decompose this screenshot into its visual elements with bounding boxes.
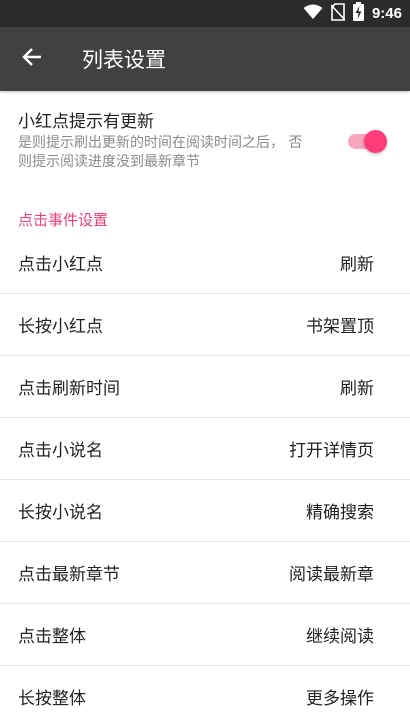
click-event-list: 点击小红点 刷新 长按小红点 书架置顶 点击刷新时间 刷新 点击小说名 打开详情… (0, 232, 410, 727)
section-header: 点击事件设置 (18, 211, 109, 229)
red-dot-toggle-switch[interactable] (348, 130, 388, 154)
list-item-label: 点击刷新时间 (18, 379, 120, 399)
switch-thumb (364, 130, 387, 153)
list-item-label: 长按整体 (18, 689, 86, 709)
list-item-value: 刷新 (340, 255, 374, 275)
battery-charging-icon (352, 2, 364, 25)
status-bar: 9:46 (0, 0, 410, 27)
list-item[interactable]: 点击刷新时间 刷新 (0, 356, 410, 418)
list-item-label: 点击小红点 (18, 255, 103, 275)
list-item-label: 长按小说名 (18, 503, 103, 523)
list-item[interactable]: 点击整体 继续阅读 (0, 604, 410, 666)
list-item-value: 阅读最新章 (289, 565, 374, 585)
list-item-label: 点击整体 (18, 627, 86, 647)
toggle-setting-title: 小红点提示有更新 (18, 112, 154, 132)
list-item-label: 点击最新章节 (18, 565, 120, 585)
list-item-label: 点击小说名 (18, 441, 103, 461)
list-item[interactable]: 长按小红点 书架置顶 (0, 294, 410, 356)
no-sim-icon (330, 2, 346, 25)
back-button[interactable] (0, 27, 64, 91)
list-item-value: 打开详情页 (289, 441, 374, 461)
toggle-setting-description: 是则提示刷出更新的时间在阅读时间之后， 否则提示阅读进度没到最新章节 (18, 135, 303, 170)
status-icons: 9:46 (303, 0, 402, 27)
list-item[interactable]: 长按小说名 精确搜索 (0, 480, 410, 542)
wifi-icon (303, 4, 323, 24)
list-item[interactable]: 点击最新章节 阅读最新章 (0, 542, 410, 604)
toggle-setting-row[interactable]: 小红点提示有更新 是则提示刷出更新的时间在阅读时间之后， 否则提示阅读进度没到最… (0, 98, 410, 180)
list-item-value: 精确搜索 (306, 503, 374, 523)
list-item[interactable]: 点击小说名 打开详情页 (0, 418, 410, 480)
arrow-left-icon (22, 47, 42, 71)
list-item-value: 继续阅读 (306, 627, 374, 647)
page-title: 列表设置 (82, 48, 166, 72)
list-item[interactable]: 点击小红点 刷新 (0, 232, 410, 294)
list-item[interactable]: 长按整体 更多操作 (0, 666, 410, 727)
app-bar: 列表设置 (0, 27, 410, 91)
list-item-value: 书架置顶 (306, 317, 374, 337)
list-item-value: 刷新 (340, 379, 374, 399)
status-time: 9:46 (371, 5, 402, 22)
list-item-value: 更多操作 (306, 689, 374, 709)
list-item-label: 长按小红点 (18, 317, 103, 337)
